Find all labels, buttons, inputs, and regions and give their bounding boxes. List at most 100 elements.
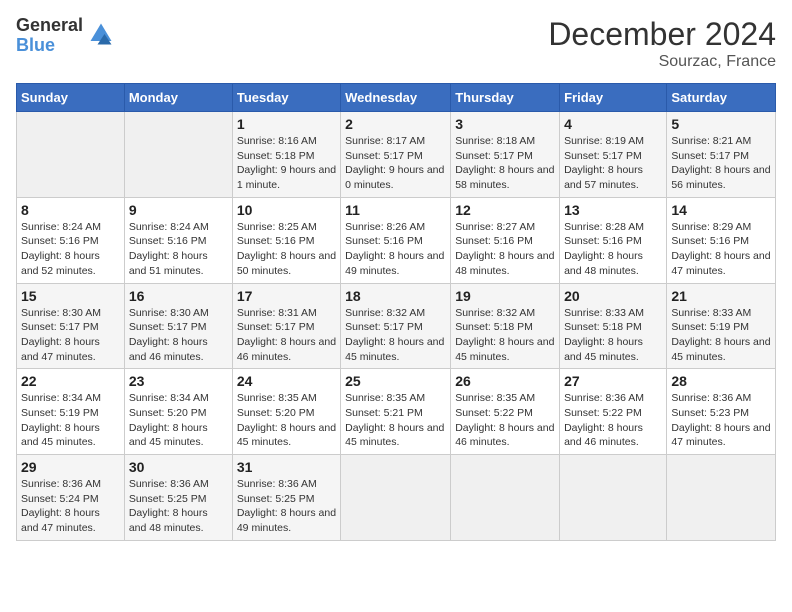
week-row: 8 Sunrise: 8:24 AMSunset: 5:16 PMDaylight… <box>17 197 776 283</box>
calendar-cell: 10 Sunrise: 8:25 AMSunset: 5:16 PMDayligh… <box>232 197 340 283</box>
calendar-cell <box>560 455 667 541</box>
day-detail: Sunrise: 8:30 AMSunset: 5:17 PMDaylight:… <box>21 306 120 365</box>
calendar-cell <box>341 455 451 541</box>
calendar-cell: 18Sunrise: 8:32 AMSunset: 5:17 PMDayligh… <box>341 283 451 369</box>
day-detail: Sunrise: 8:17 AMSunset: 5:17 PMDaylight:… <box>345 134 446 193</box>
calendar-cell: 15 Sunrise: 8:30 AMSunset: 5:17 PMDayligh… <box>17 283 125 369</box>
calendar-header: SundayMondayTuesdayWednesdayThursdayFrid… <box>17 84 776 112</box>
day-detail: Sunrise: 8:25 AMSunset: 5:16 PMDaylight:… <box>237 220 336 279</box>
calendar-cell <box>124 112 232 198</box>
calendar-cell: 21 Sunrise: 8:33 AMSunset: 5:19 PMDayligh… <box>667 283 776 369</box>
day-detail: Sunrise: 8:36 AMSunset: 5:25 PMDaylight:… <box>237 477 336 536</box>
calendar-table: SundayMondayTuesdayWednesdayThursdayFrid… <box>16 83 776 541</box>
calendar-cell: 28 Sunrise: 8:36 AMSunset: 5:23 PMDayligh… <box>667 369 776 455</box>
header-friday: Friday <box>560 84 667 112</box>
calendar-cell: 9 Sunrise: 8:24 AMSunset: 5:16 PMDaylight… <box>124 197 232 283</box>
header-monday: Monday <box>124 84 232 112</box>
day-number: 23 <box>129 373 228 389</box>
calendar-cell <box>451 455 560 541</box>
day-number: 2 <box>345 116 446 132</box>
logo-text: General Blue <box>16 16 83 56</box>
day-number: 12 <box>455 202 555 218</box>
day-detail: Sunrise: 8:35 AMSunset: 5:22 PMDaylight:… <box>455 391 555 450</box>
day-number: 28 <box>671 373 771 389</box>
day-number: 13 <box>564 202 662 218</box>
day-number: 1 <box>237 116 336 132</box>
header-row: SundayMondayTuesdayWednesdayThursdayFrid… <box>17 84 776 112</box>
day-number: 19 <box>455 288 555 304</box>
day-detail: Sunrise: 8:24 AMSunset: 5:16 PMDaylight:… <box>21 220 120 279</box>
calendar-cell: 12 Sunrise: 8:27 AMSunset: 5:16 PMDayligh… <box>451 197 560 283</box>
calendar-cell: 17Sunrise: 8:31 AMSunset: 5:17 PMDayligh… <box>232 283 340 369</box>
day-number: 26 <box>455 373 555 389</box>
day-detail: Sunrise: 8:24 AMSunset: 5:16 PMDaylight:… <box>129 220 228 279</box>
day-number: 20 <box>564 288 662 304</box>
day-detail: Sunrise: 8:35 AMSunset: 5:20 PMDaylight:… <box>237 391 336 450</box>
calendar-cell: 13 Sunrise: 8:28 AMSunset: 5:16 PMDayligh… <box>560 197 667 283</box>
calendar-cell: 5 Sunrise: 8:21 AMSunset: 5:17 PMDaylight… <box>667 112 776 198</box>
day-detail: Sunrise: 8:26 AMSunset: 5:16 PMDaylight:… <box>345 220 446 279</box>
day-number: 3 <box>455 116 555 132</box>
day-number: 25 <box>345 373 446 389</box>
day-detail: Sunrise: 8:35 AMSunset: 5:21 PMDaylight:… <box>345 391 446 450</box>
day-number: 4 <box>564 116 662 132</box>
header-thursday: Thursday <box>451 84 560 112</box>
day-detail: Sunrise: 8:19 AMSunset: 5:17 PMDaylight:… <box>564 134 662 193</box>
calendar-body: 1Sunrise: 8:16 AMSunset: 5:18 PMDaylight… <box>17 112 776 541</box>
calendar-cell: 26 Sunrise: 8:35 AMSunset: 5:22 PMDayligh… <box>451 369 560 455</box>
day-detail: Sunrise: 8:33 AMSunset: 5:18 PMDaylight:… <box>564 306 662 365</box>
day-detail: Sunrise: 8:36 AMSunset: 5:22 PMDaylight:… <box>564 391 662 450</box>
day-number: 9 <box>129 202 228 218</box>
calendar-cell: 23Sunrise: 8:34 AMSunset: 5:20 PMDayligh… <box>124 369 232 455</box>
day-number: 27 <box>564 373 662 389</box>
calendar-cell: 25 Sunrise: 8:35 AMSunset: 5:21 PMDayligh… <box>341 369 451 455</box>
logo-general: General <box>16 16 83 36</box>
day-detail: Sunrise: 8:36 AMSunset: 5:23 PMDaylight:… <box>671 391 771 450</box>
day-number: 24 <box>237 373 336 389</box>
calendar-title: December 2024 <box>548 16 776 53</box>
calendar-cell: 2 Sunrise: 8:17 AMSunset: 5:17 PMDaylight… <box>341 112 451 198</box>
day-detail: Sunrise: 8:30 AMSunset: 5:17 PMDaylight:… <box>129 306 228 365</box>
header-sunday: Sunday <box>17 84 125 112</box>
calendar-cell: 4 Sunrise: 8:19 AMSunset: 5:17 PMDaylight… <box>560 112 667 198</box>
day-number: 17 <box>237 288 336 304</box>
day-number: 5 <box>671 116 771 132</box>
day-number: 16 <box>129 288 228 304</box>
calendar-cell: 16 Sunrise: 8:30 AMSunset: 5:17 PMDayligh… <box>124 283 232 369</box>
calendar-cell: 11 Sunrise: 8:26 AMSunset: 5:16 PMDayligh… <box>341 197 451 283</box>
calendar-cell: 22 Sunrise: 8:34 AMSunset: 5:19 PMDayligh… <box>17 369 125 455</box>
day-detail: Sunrise: 8:33 AMSunset: 5:19 PMDaylight:… <box>671 306 771 365</box>
day-detail: Sunrise: 8:29 AMSunset: 5:16 PMDaylight:… <box>671 220 771 279</box>
day-number: 8 <box>21 202 120 218</box>
calendar-cell <box>667 455 776 541</box>
title-block: December 2024 Sourzac, France <box>548 16 776 71</box>
logo: General Blue <box>16 16 115 56</box>
calendar-cell: 8 Sunrise: 8:24 AMSunset: 5:16 PMDaylight… <box>17 197 125 283</box>
day-detail: Sunrise: 8:36 AMSunset: 5:24 PMDaylight:… <box>21 477 120 536</box>
calendar-cell: 30Sunrise: 8:36 AMSunset: 5:25 PMDayligh… <box>124 455 232 541</box>
day-number: 10 <box>237 202 336 218</box>
calendar-cell: 19 Sunrise: 8:32 AMSunset: 5:18 PMDayligh… <box>451 283 560 369</box>
header-tuesday: Tuesday <box>232 84 340 112</box>
day-number: 15 <box>21 288 120 304</box>
page-header: General Blue December 2024 Sourzac, Fran… <box>16 16 776 71</box>
day-detail: Sunrise: 8:21 AMSunset: 5:17 PMDaylight:… <box>671 134 771 193</box>
day-detail: Sunrise: 8:32 AMSunset: 5:18 PMDaylight:… <box>455 306 555 365</box>
day-number: 22 <box>21 373 120 389</box>
day-number: 30 <box>129 459 228 475</box>
day-number: 18 <box>345 288 446 304</box>
calendar-cell: 27 Sunrise: 8:36 AMSunset: 5:22 PMDayligh… <box>560 369 667 455</box>
calendar-cell: 31 Sunrise: 8:36 AMSunset: 5:25 PMDayligh… <box>232 455 340 541</box>
week-row: 22 Sunrise: 8:34 AMSunset: 5:19 PMDayligh… <box>17 369 776 455</box>
day-number: 11 <box>345 202 446 218</box>
day-number: 14 <box>671 202 771 218</box>
day-detail: Sunrise: 8:28 AMSunset: 5:16 PMDaylight:… <box>564 220 662 279</box>
day-detail: Sunrise: 8:27 AMSunset: 5:16 PMDaylight:… <box>455 220 555 279</box>
header-saturday: Saturday <box>667 84 776 112</box>
day-number: 31 <box>237 459 336 475</box>
day-number: 21 <box>671 288 771 304</box>
day-number: 29 <box>21 459 120 475</box>
day-detail: Sunrise: 8:34 AMSunset: 5:19 PMDaylight:… <box>21 391 120 450</box>
day-detail: Sunrise: 8:18 AMSunset: 5:17 PMDaylight:… <box>455 134 555 193</box>
calendar-cell <box>17 112 125 198</box>
